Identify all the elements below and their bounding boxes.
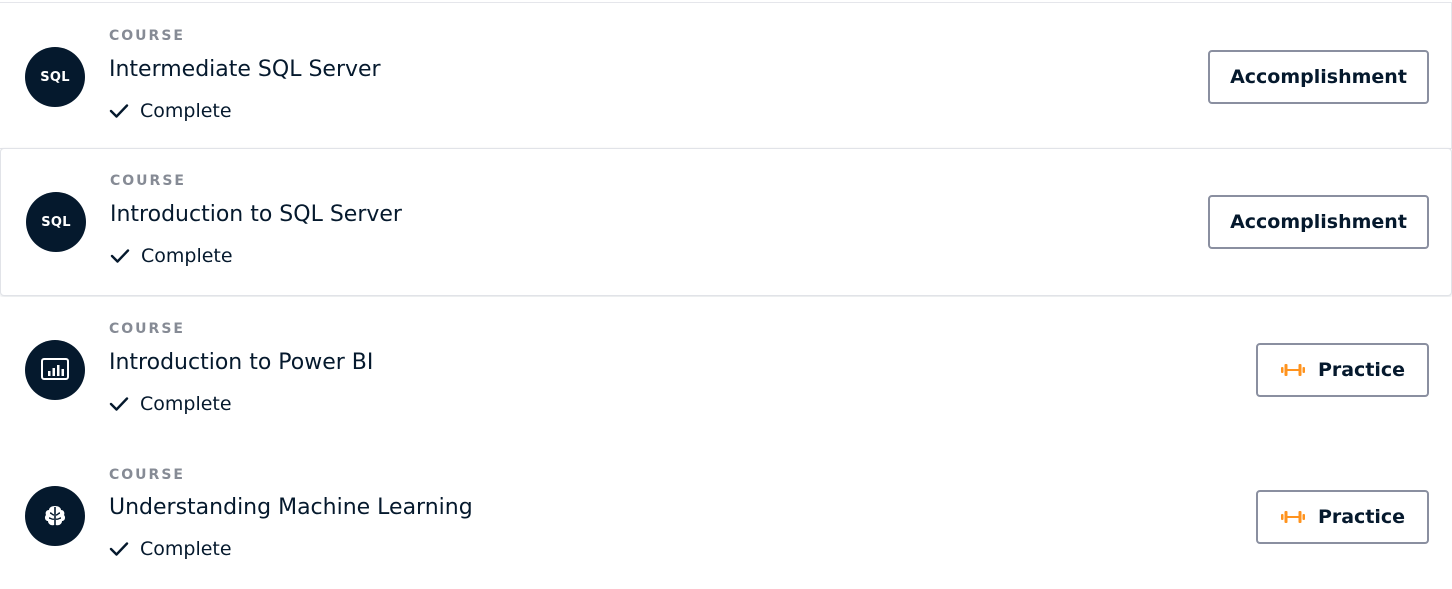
course-card[interactable]: SQL COURSE Introduction to SQL Server Co…	[0, 148, 1452, 296]
avatar-text: SQL	[41, 214, 71, 230]
course-title[interactable]: Intermediate SQL Server	[109, 57, 381, 82]
sql-badge-icon: SQL	[25, 47, 85, 107]
avatar-text: SQL	[40, 69, 70, 85]
accomplishment-button[interactable]: Accomplishment	[1208, 195, 1429, 249]
status-label: Complete	[141, 245, 233, 267]
course-list: SQL COURSE Intermediate SQL Server Compl…	[0, 0, 1452, 589]
course-status: Complete	[109, 538, 232, 560]
bar-chart-icon	[25, 340, 85, 400]
course-kind-label: COURSE	[109, 321, 185, 337]
button-label: Accomplishment	[1230, 66, 1407, 88]
button-label: Accomplishment	[1230, 211, 1407, 233]
practice-button[interactable]: Practice	[1256, 490, 1429, 544]
course-status: Complete	[109, 100, 232, 122]
checkmark-icon	[109, 394, 133, 414]
course-kind-label: COURSE	[110, 173, 186, 189]
accomplishment-button[interactable]: Accomplishment	[1208, 50, 1429, 104]
course-title[interactable]: Introduction to Power BI	[109, 350, 373, 375]
status-label: Complete	[140, 393, 232, 415]
button-label: Practice	[1317, 359, 1406, 381]
checkmark-icon	[109, 101, 133, 121]
course-kind-label: COURSE	[109, 467, 185, 483]
course-card[interactable]: SQL COURSE Intermediate SQL Server Compl…	[0, 2, 1452, 149]
brain-icon	[25, 486, 85, 546]
practice-button[interactable]: Practice	[1256, 343, 1429, 397]
course-card[interactable]: COURSE Understanding Machine Learning Co…	[0, 443, 1452, 589]
status-label: Complete	[140, 538, 232, 560]
checkmark-icon	[109, 539, 133, 559]
button-label: Practice	[1317, 506, 1406, 528]
course-card[interactable]: COURSE Introduction to Power BI Complete…	[0, 297, 1452, 444]
checkmark-icon	[110, 246, 134, 266]
course-status: Complete	[110, 245, 233, 267]
course-status: Complete	[109, 393, 232, 415]
course-kind-label: COURSE	[109, 28, 185, 44]
course-title[interactable]: Understanding Machine Learning	[109, 495, 473, 520]
sql-badge-icon: SQL	[26, 192, 86, 252]
dumbbell-icon	[1280, 362, 1306, 378]
course-title[interactable]: Introduction to SQL Server	[110, 202, 402, 227]
dumbbell-icon	[1280, 509, 1306, 525]
status-label: Complete	[140, 100, 232, 122]
